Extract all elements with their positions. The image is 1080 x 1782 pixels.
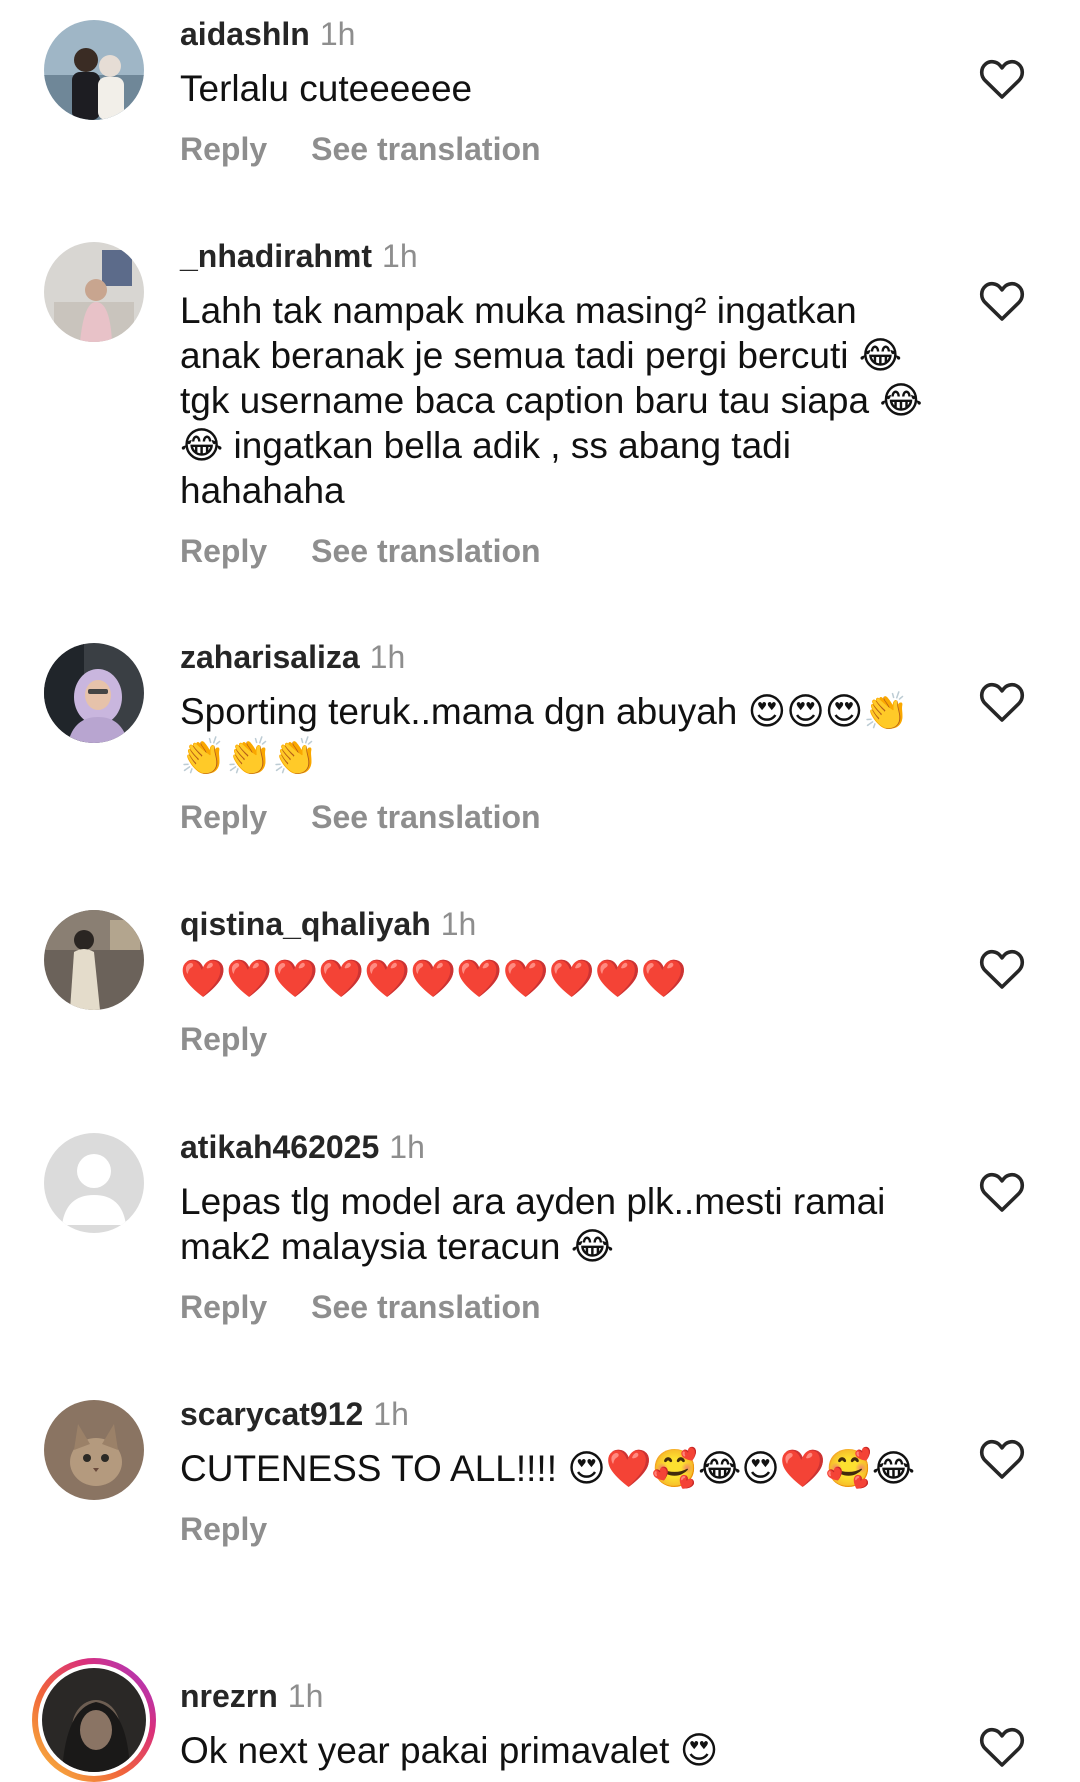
timestamp: 1h — [287, 1678, 324, 1714]
comment-actions: Reply — [180, 1019, 940, 1059]
reply-button[interactable]: Reply — [180, 1021, 267, 1057]
comment-actions: Reply See translation — [180, 797, 940, 837]
cat-avatar[interactable] — [44, 1400, 144, 1500]
comment-meta: nrezrn 1h — [180, 1676, 940, 1716]
comment-meta: qistina_qhaliyah 1h — [180, 904, 940, 944]
heart-outline-icon[interactable] — [978, 1169, 1026, 1213]
comment-actions: Reply See translation — [180, 531, 940, 571]
comment-meta: atikah462025 1h — [180, 1127, 940, 1167]
see-translation-button[interactable]: See translation — [311, 799, 540, 835]
comment-actions: Reply — [180, 1509, 940, 1549]
comment-text: Lahh tak nampak muka masing² ingatkan an… — [180, 290, 923, 511]
heart-outline-icon[interactable] — [978, 679, 1026, 723]
reply-button[interactable]: Reply — [180, 1289, 267, 1325]
default-avatar-icon[interactable] — [44, 1133, 144, 1233]
username[interactable]: scarycat912 — [180, 1396, 363, 1432]
reply-button[interactable]: Reply — [180, 799, 267, 835]
timestamp: 1h — [382, 238, 418, 274]
see-translation-button[interactable]: See translation — [311, 131, 540, 167]
comment-text: Sporting teruk..mama dgn abuyah 😍😍😍👏👏👏👏 — [180, 691, 910, 777]
avatar — [42, 1668, 146, 1772]
heart-outline-icon[interactable] — [978, 278, 1026, 322]
heart-outline-icon[interactable] — [978, 1724, 1026, 1768]
timestamp: 1h — [369, 639, 406, 675]
avatar[interactable] — [44, 20, 144, 120]
avatar[interactable] — [44, 910, 144, 1010]
username[interactable]: _nhadirahmt — [180, 238, 372, 274]
timestamp: 1h — [319, 16, 356, 52]
comment-meta: _nhadirahmt 1h — [180, 236, 940, 276]
comment-text: CUTENESS TO ALL!!!! 😍❤️🥰😂😍❤️🥰😂 — [180, 1448, 916, 1489]
username[interactable]: atikah462025 — [180, 1129, 379, 1165]
comment-text: ❤️❤️❤️❤️❤️❤️❤️❤️❤️❤️❤️ — [180, 958, 687, 999]
comment-meta: scarycat912 1h — [180, 1394, 940, 1434]
comment-text: Terlalu cuteeeeee — [180, 68, 473, 109]
username[interactable]: nrezrn — [180, 1678, 278, 1714]
reply-button[interactable]: Reply — [180, 131, 267, 167]
comment-actions: Reply See translation — [180, 1287, 940, 1327]
heart-outline-icon[interactable] — [978, 946, 1026, 990]
avatar[interactable] — [44, 643, 144, 743]
timestamp: 1h — [373, 1396, 409, 1432]
heart-outline-icon[interactable] — [978, 1436, 1026, 1480]
see-translation-button[interactable]: See translation — [311, 533, 540, 569]
username[interactable]: aidashln — [180, 16, 310, 52]
comment-text: Ok next year pakai primavalet 😍 — [180, 1730, 719, 1771]
comment-actions: Reply See translation — [180, 129, 940, 169]
reply-button[interactable]: Reply — [180, 1511, 267, 1547]
heart-outline-icon[interactable] — [978, 56, 1026, 100]
story-ring-avatar[interactable] — [32, 1658, 156, 1782]
see-translation-button[interactable]: See translation — [311, 1289, 540, 1325]
comment-text: Lepas tlg model ara ayden plk..mesti ram… — [180, 1181, 886, 1267]
avatar[interactable] — [44, 242, 144, 342]
username[interactable]: zaharisaliza — [180, 639, 360, 675]
username[interactable]: qistina_qhaliyah — [180, 906, 431, 942]
comment-meta: zaharisaliza 1h — [180, 637, 940, 677]
timestamp: 1h — [440, 906, 477, 942]
comment-meta: aidashln 1h — [180, 14, 940, 54]
timestamp: 1h — [389, 1129, 425, 1165]
reply-button[interactable]: Reply — [180, 533, 267, 569]
